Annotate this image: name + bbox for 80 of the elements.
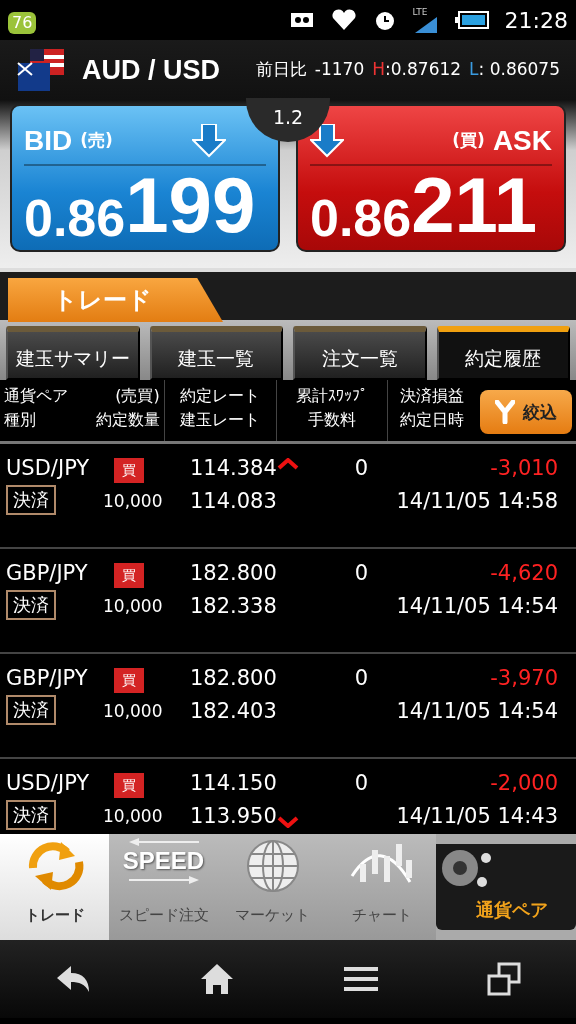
execution-rate: 114.150 (190, 770, 277, 797)
quantity: 10,000 (103, 595, 164, 618)
currency-pair-title: AUD / USD (82, 53, 220, 87)
settle-label: 決済 (6, 800, 56, 830)
position-rate: 114.083 (190, 488, 277, 515)
nav-tab[interactable]: SPEED スピード注文 (109, 834, 218, 940)
high-label: H (372, 58, 386, 82)
nav-tab[interactable]: マーケット (218, 834, 327, 940)
currency-pair-button[interactable]: 通貨ペア (436, 844, 576, 930)
change-label: 前日比 (255, 58, 307, 82)
column-header: 建玉レート (179, 409, 262, 431)
buy-tag: 買 (114, 563, 144, 588)
profit-loss: -4,620 (490, 560, 558, 587)
buy-tag: 買 (114, 668, 144, 693)
notification-badge: 76 (8, 12, 37, 34)
speed-icon-label: SPEED (122, 846, 205, 876)
recent-apps-icon[interactable] (487, 962, 522, 996)
column-header: 累計ｽﾜｯﾌﾟ (294, 385, 369, 407)
currency-pair: GBP/JPY (6, 560, 89, 587)
profit-loss: -2,000 (490, 770, 558, 797)
scroll-up-icon (277, 458, 299, 470)
column-header: 約定レート (179, 385, 262, 407)
battery-icon (454, 11, 489, 29)
low-value: : 0.86075 (478, 58, 560, 82)
quantity: 10,000 (103, 700, 164, 723)
scroll-down-icon (277, 816, 299, 828)
column-header: 手数料 (306, 409, 357, 431)
quantity: 10,000 (103, 805, 164, 828)
menu-icon[interactable] (343, 965, 378, 993)
position-rate: 182.403 (190, 698, 277, 725)
filter-icon (495, 400, 516, 424)
flag-icon (16, 47, 66, 93)
execution-datetime: 14/11/05 14:43 (396, 803, 558, 830)
quantity: 10,000 (103, 490, 164, 513)
swap-value: 0 (353, 665, 368, 692)
tab[interactable]: 約定履歴 (436, 326, 570, 380)
high-value: :0.87612 (385, 58, 462, 82)
execution-rate: 182.800 (190, 665, 277, 692)
network-label: LTE (412, 7, 428, 17)
profit-loss: -3,970 (490, 665, 558, 692)
swap-value: 0 (353, 770, 368, 797)
column-header: 約定日時 (399, 409, 466, 431)
tab[interactable]: 注文一覧 (293, 326, 427, 380)
currency-pair: USD/JPY (6, 770, 91, 797)
settle-label: 決済 (6, 695, 56, 725)
change-value: -1170 (314, 58, 365, 82)
column-header: 決済損益 (399, 385, 466, 407)
settle-label: 決済 (6, 590, 56, 620)
column-header: 約定数量 (95, 409, 160, 431)
filter-button[interactable]: 絞込 (480, 390, 572, 434)
clock-time: 21:28 (504, 6, 568, 35)
nav-tab[interactable]: チャート (327, 834, 436, 940)
buy-tag: 買 (114, 458, 144, 483)
tab[interactable]: 建玉一覧 (149, 326, 283, 380)
column-header: 種別 (4, 409, 37, 431)
buy-tag: 買 (114, 773, 144, 798)
position-rate: 182.338 (190, 593, 277, 620)
low-label: L (469, 58, 479, 82)
down-arrow-icon (192, 124, 226, 158)
column-header: (売買) (114, 385, 160, 407)
down-arrow-icon (310, 124, 344, 158)
profit-loss: -3,010 (490, 455, 558, 482)
currency-pair: GBP/JPY (6, 665, 89, 692)
nav-tab[interactable]: トレード (0, 834, 109, 940)
execution-rate: 182.800 (190, 560, 277, 587)
heart-icon (330, 8, 357, 32)
right-arrow-icon (128, 876, 199, 884)
position-rate: 113.950 (190, 803, 277, 830)
left-arrow-icon (128, 838, 199, 846)
execution-datetime: 14/11/05 14:58 (396, 488, 558, 515)
currency-pair: USD/JPY (6, 455, 91, 482)
execution-datetime: 14/11/05 14:54 (396, 698, 558, 725)
settle-label: 決済 (6, 485, 56, 515)
execution-rate: 114.384 (190, 455, 277, 482)
home-icon[interactable] (200, 963, 235, 995)
tab[interactable]: 建玉サマリー (6, 326, 140, 380)
swap-value: 0 (353, 455, 368, 482)
execution-datetime: 14/11/05 14:54 (396, 593, 558, 620)
column-header: 通貨ペア (4, 385, 68, 407)
swap-value: 0 (353, 560, 368, 587)
